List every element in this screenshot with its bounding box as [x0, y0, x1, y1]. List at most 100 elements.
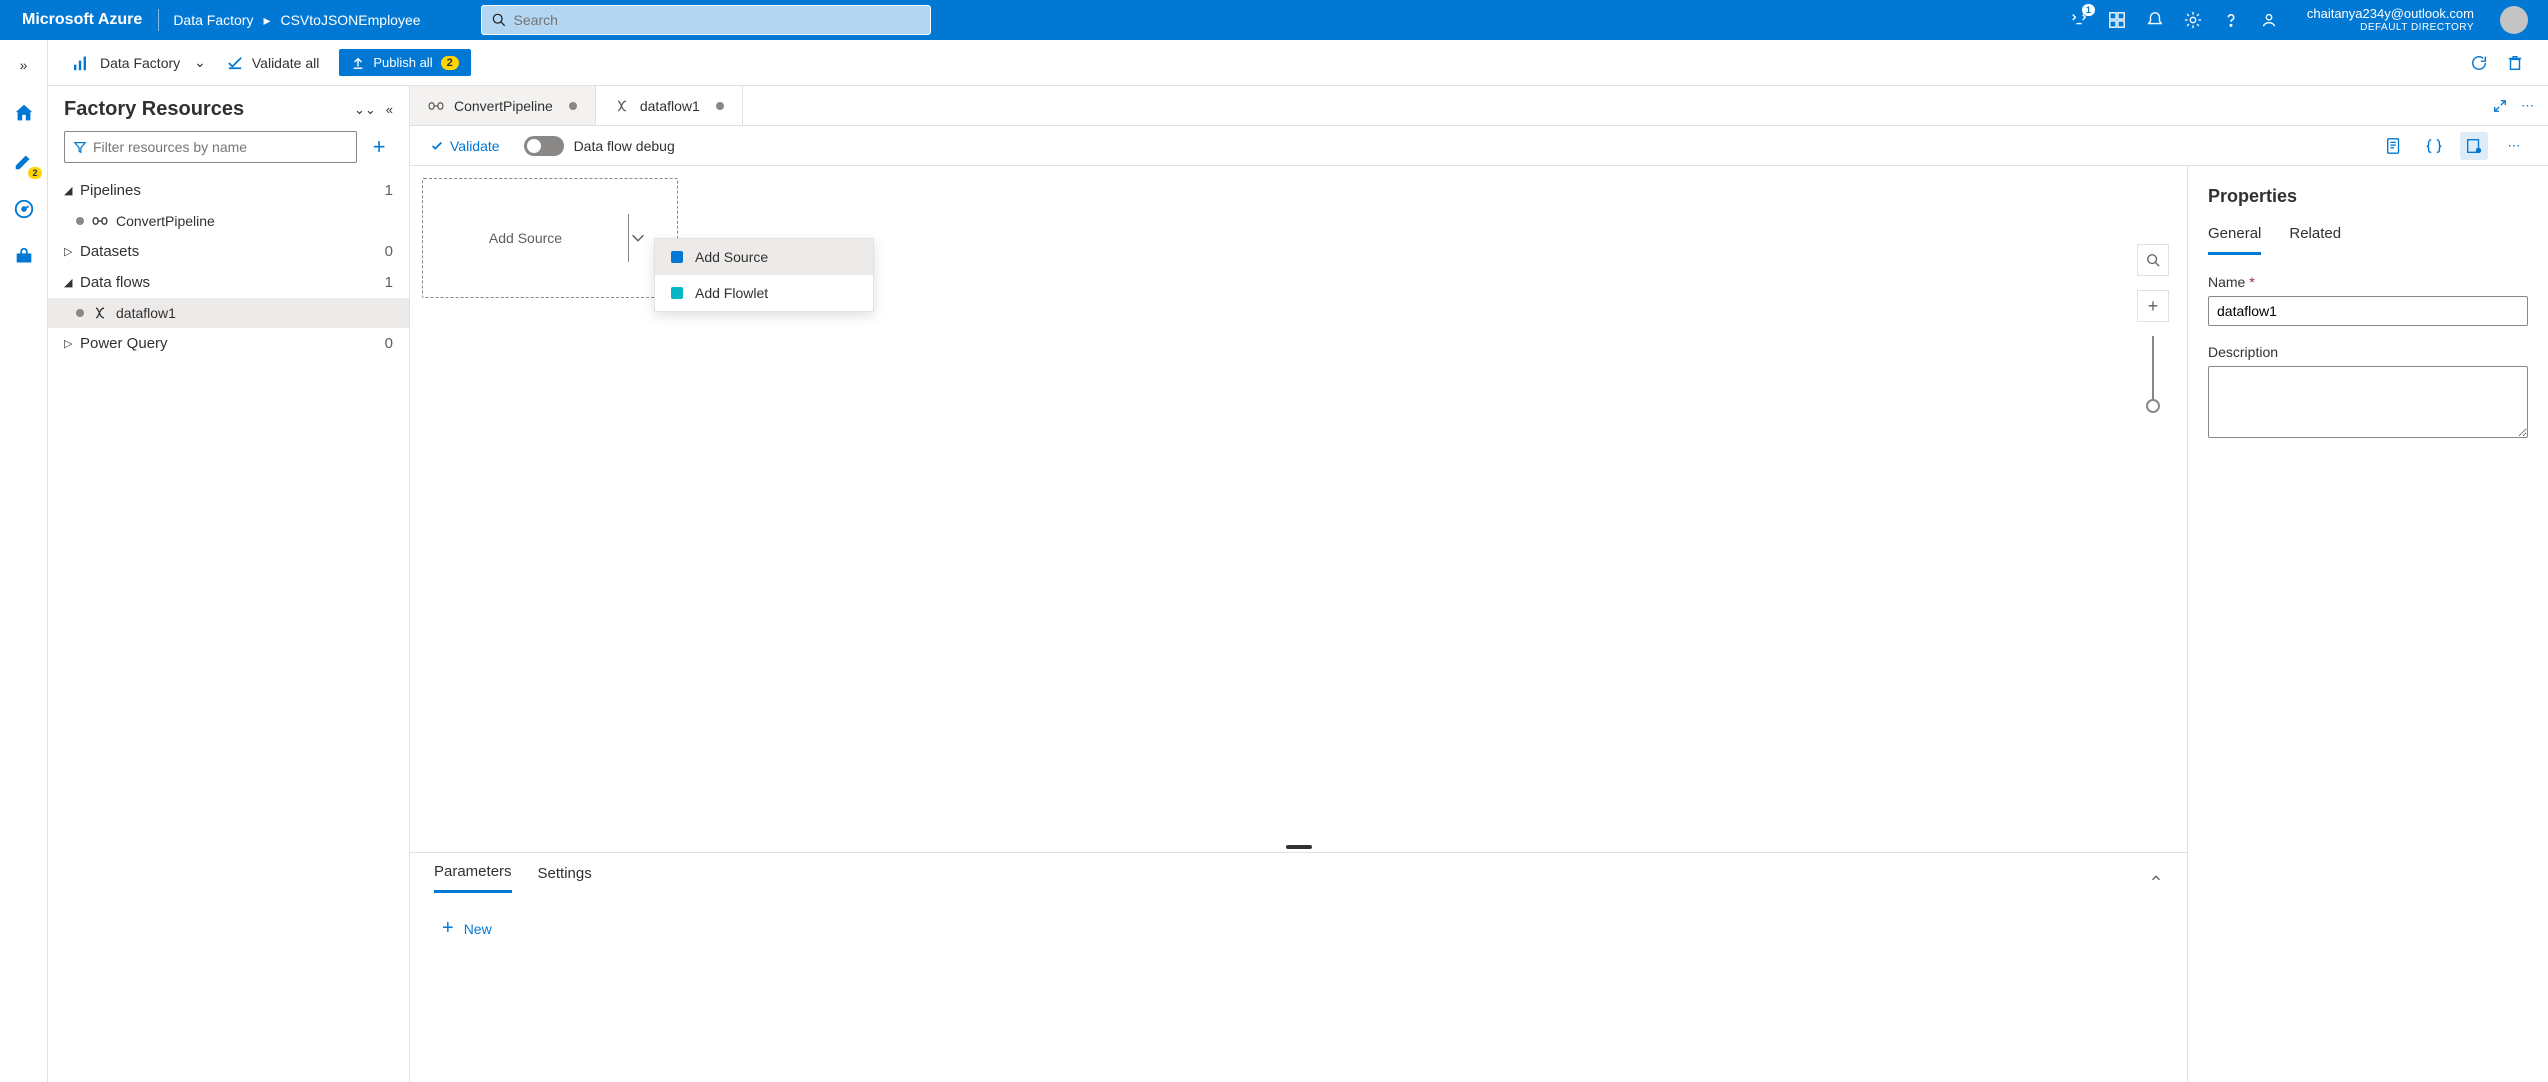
- badge: 1: [2082, 4, 2095, 16]
- filter-input-wrapper[interactable]: [64, 131, 357, 163]
- help-icon[interactable]: [2221, 10, 2241, 30]
- name-input[interactable]: [2208, 296, 2528, 326]
- manage-button[interactable]: [7, 240, 41, 274]
- azure-header: Microsoft Azure Data Factory ▸ CSVtoJSON…: [0, 0, 2548, 40]
- editor-tab[interactable]: ConvertPipeline: [410, 86, 596, 125]
- cloud-shell-icon[interactable]: 1: [2069, 10, 2089, 30]
- action-bar: Validate Data flow debug: [410, 126, 2548, 166]
- properties-tab[interactable]: General: [2208, 225, 2261, 255]
- caret-right-icon: ▷: [64, 337, 80, 350]
- breadcrumb-item[interactable]: CSVtoJSONEmployee: [280, 12, 420, 28]
- label: ConvertPipeline: [454, 98, 553, 114]
- slider-thumb[interactable]: [2146, 399, 2160, 413]
- more-icon[interactable]: ⋯: [2521, 98, 2534, 114]
- search-input[interactable]: [514, 12, 920, 28]
- splitter[interactable]: [410, 842, 2187, 852]
- zoom-in-button[interactable]: +: [2137, 290, 2169, 322]
- directories-icon[interactable]: [2107, 10, 2127, 30]
- zoom-slider[interactable]: [2152, 336, 2154, 406]
- avatar[interactable]: [2500, 6, 2528, 34]
- bottom-tabs: Parameters Settings: [410, 853, 2187, 893]
- tree-group[interactable]: ◢Pipelines1: [48, 175, 409, 206]
- script-icon[interactable]: [2380, 132, 2408, 160]
- editor-tabs: ConvertPipeline dataflow1 ⋯: [410, 86, 2548, 126]
- breadcrumb: Data Factory ▸ CSVtoJSONEmployee: [163, 12, 430, 29]
- badge: 2: [441, 56, 459, 70]
- description-field-label: Description: [2208, 344, 2528, 360]
- dropdown-item[interactable]: Add Source: [655, 239, 873, 275]
- add-source-placeholder[interactable]: Add Source: [422, 178, 678, 298]
- debug-toggle[interactable]: [524, 136, 564, 156]
- tree-item[interactable]: ConvertPipeline: [48, 206, 409, 236]
- filter-icon: [73, 140, 87, 154]
- unsaved-indicator: [716, 102, 724, 110]
- brand-logo[interactable]: Microsoft Azure: [10, 11, 154, 29]
- divider: [158, 9, 159, 31]
- expand-icon[interactable]: [2493, 99, 2507, 113]
- bottom-tab[interactable]: Parameters: [434, 863, 512, 893]
- add-resource-button[interactable]: +: [365, 134, 393, 160]
- debug-label: Data flow debug: [574, 138, 675, 154]
- collapse-left-icon[interactable]: «: [386, 102, 393, 118]
- tree-group[interactable]: ▷Power Query0: [48, 328, 409, 359]
- validate-button[interactable]: Validate: [430, 138, 500, 154]
- collapse-icon[interactable]: [2149, 871, 2163, 885]
- item-type-icon: [92, 306, 108, 320]
- product-switcher[interactable]: Data Factory ⌄: [72, 54, 206, 71]
- label: Add Flowlet: [695, 285, 768, 301]
- caret-right-icon: ▷: [64, 245, 80, 258]
- count: 0: [385, 335, 393, 352]
- refresh-button[interactable]: [2470, 54, 2488, 72]
- label: Datasets: [80, 243, 385, 260]
- label: Power Query: [80, 335, 385, 352]
- properties-icon[interactable]: [2460, 132, 2488, 160]
- json-icon[interactable]: [2420, 132, 2448, 160]
- filter-input[interactable]: [93, 139, 348, 155]
- settings-icon[interactable]: [2183, 10, 2203, 30]
- label: Pipelines: [80, 182, 385, 199]
- user-email: chaitanya234y@outlook.com: [2307, 6, 2474, 22]
- new-parameter-button[interactable]: + New: [442, 917, 2155, 940]
- label: Data flows: [80, 274, 385, 291]
- editor-tab[interactable]: dataflow1: [596, 86, 743, 125]
- feedback-icon[interactable]: [2259, 10, 2279, 30]
- publish-all-button[interactable]: Publish all 2: [339, 49, 470, 76]
- zoom-controls: +: [2137, 244, 2169, 406]
- monitor-button[interactable]: [7, 192, 41, 226]
- home-button[interactable]: [7, 96, 41, 130]
- unsaved-indicator: [569, 102, 577, 110]
- count: 1: [385, 182, 393, 199]
- notifications-icon[interactable]: [2145, 10, 2165, 30]
- chevron-right-icon: ▸: [263, 12, 270, 29]
- label: Add Source: [423, 230, 628, 246]
- label: Add Source: [695, 249, 768, 265]
- tree-item[interactable]: dataflow1: [48, 298, 409, 328]
- bottom-tab[interactable]: Settings: [538, 865, 592, 892]
- expand-rail-button[interactable]: »: [7, 48, 41, 82]
- description-input[interactable]: [2208, 366, 2528, 438]
- dropdown-item[interactable]: Add Flowlet: [655, 275, 873, 311]
- label: ConvertPipeline: [116, 213, 215, 229]
- validate-all-button[interactable]: Validate all: [226, 55, 319, 71]
- name-field-label: Name *: [2208, 274, 2528, 290]
- tab-type-icon: [428, 99, 444, 113]
- discard-button[interactable]: [2506, 54, 2524, 72]
- tree-group[interactable]: ◢Data flows1: [48, 267, 409, 298]
- breadcrumb-item[interactable]: Data Factory: [173, 12, 253, 28]
- properties-tab[interactable]: Related: [2289, 225, 2341, 255]
- dataflow-canvas[interactable]: Add Source Add Source Add Flowlet: [410, 166, 2187, 842]
- factory-resources-sidebar: Factory Resources ⌄⌄ « + ◢Pipelines1Conv…: [48, 86, 410, 1082]
- unsaved-indicator: [76, 217, 84, 225]
- properties-tabs: General Related: [2208, 225, 2528, 256]
- search-box[interactable]: [481, 5, 931, 35]
- more-icon[interactable]: ⋯: [2500, 132, 2528, 160]
- tree-group[interactable]: ▷Datasets0: [48, 236, 409, 267]
- count: 1: [385, 274, 393, 291]
- author-button[interactable]: 2: [7, 144, 41, 178]
- badge: 2: [27, 166, 42, 180]
- properties-pane: Properties GeneralRelated Name * Descrip…: [2188, 166, 2548, 1082]
- debug-toggle-row: Data flow debug: [524, 136, 675, 156]
- user-block[interactable]: chaitanya234y@outlook.com DEFAULT DIRECT…: [2307, 6, 2474, 34]
- collapse-double-icon[interactable]: ⌄⌄: [354, 102, 376, 118]
- zoom-fit-button[interactable]: [2137, 244, 2169, 276]
